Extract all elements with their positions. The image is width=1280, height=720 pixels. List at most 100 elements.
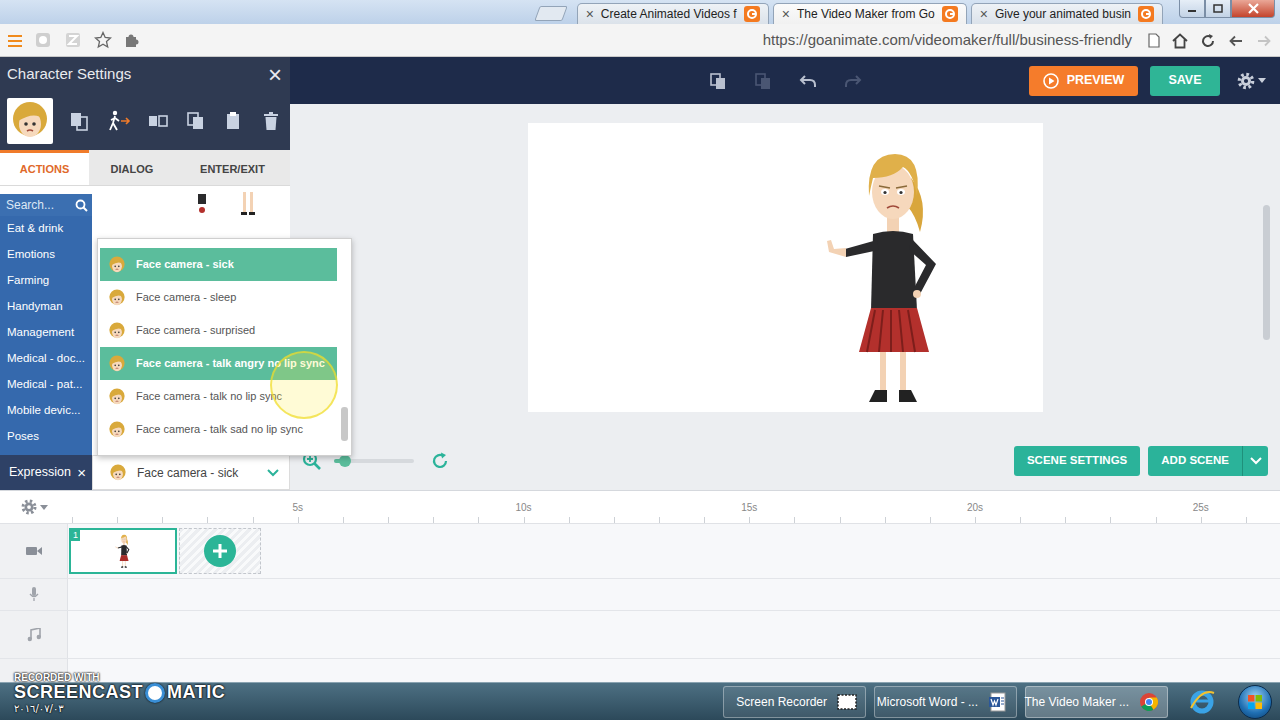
walk-icon[interactable] [107, 110, 131, 132]
add-scene-slot[interactable] [179, 528, 261, 574]
dropdown-option-row[interactable]: Face camera - surprised [100, 314, 337, 347]
save-button[interactable]: SAVE [1150, 66, 1220, 96]
dropdown-option-row[interactable]: Face camera - talk sad no lip sync [100, 413, 337, 446]
expression-select[interactable]: Face camera - sick [92, 455, 290, 490]
taskbar-button[interactable]: Screen Recorder [723, 686, 866, 718]
puzzle-icon[interactable] [124, 31, 140, 49]
zoom-slider[interactable] [334, 459, 414, 463]
category-item[interactable]: Emotions [0, 242, 92, 268]
trash-icon[interactable] [261, 110, 281, 132]
caret-icon [1258, 78, 1266, 83]
scene-canvas[interactable] [528, 123, 1043, 412]
character-avatar-icon[interactable] [7, 98, 53, 144]
browser-tab[interactable]: ×Create Animated Videos f [577, 3, 769, 24]
taskbar-button[interactable]: The Video Maker ... [1025, 686, 1168, 718]
timeline-settings[interactable] [0, 491, 68, 523]
close-window-icon[interactable] [1231, 0, 1275, 18]
option-label: Face camera - sick [136, 256, 234, 273]
dropdown-option-row[interactable]: Face camera - talk angry no lip sync [100, 347, 337, 380]
bookmark-app-icon[interactable] [64, 31, 82, 50]
minimize-icon[interactable] [1179, 0, 1205, 18]
paste-icon[interactable] [223, 110, 245, 132]
expression-clear-button[interactable]: × [77, 465, 86, 480]
internet-explorer-icon[interactable] [1182, 686, 1222, 718]
ruler-label: 20s [967, 500, 983, 515]
new-tab-button[interactable] [534, 6, 567, 21]
copy-icon[interactable] [695, 72, 740, 90]
option-label: Face camera - talk angry no lip sync [136, 355, 325, 372]
zoom-knob[interactable] [339, 455, 351, 467]
play-icon [1043, 73, 1059, 89]
panel-tab[interactable]: ACTIONS [0, 150, 89, 185]
tab-close-button[interactable]: × [586, 7, 594, 21]
tab-close-button[interactable]: × [980, 7, 988, 21]
dropdown-option-row[interactable]: Face camera - sleep [100, 281, 337, 314]
url-field[interactable]: https://goanimate.com/videomaker/full/bu… [152, 29, 1136, 52]
copy-icon[interactable] [185, 110, 207, 132]
category-item[interactable]: Farming [0, 268, 92, 294]
undo-icon[interactable] [785, 72, 830, 90]
category-sidebar: Eat & drinkEmotionsFarmingHandymanManage… [0, 186, 92, 455]
reset-zoom-icon[interactable] [430, 451, 450, 471]
action-thumbnail-icon[interactable] [240, 192, 256, 216]
settings-menu[interactable] [1236, 71, 1266, 91]
time-scale[interactable]: 5s10s15s20s25s [68, 491, 1280, 523]
dropdown-option[interactable]: Face camera - talk sad no lip sync [100, 413, 337, 446]
browser-tab[interactable]: ×Give your animated busin [971, 3, 1163, 24]
chevron-down-icon[interactable] [267, 464, 279, 482]
dropdown-option[interactable]: Face camera - talk angry no lip sync [100, 347, 337, 380]
flip-icon[interactable] [147, 110, 169, 132]
panel-tab[interactable]: ENTER/EXIT [175, 150, 290, 185]
scene-settings-button[interactable]: SCENE SETTINGS [1014, 446, 1140, 476]
browser-tab[interactable]: ×The Video Maker from Go [773, 3, 967, 24]
back-icon[interactable] [1228, 31, 1244, 49]
dropdown-option[interactable]: Face camera - surprised [100, 314, 337, 347]
panel-close-button[interactable]: × [268, 63, 282, 87]
taskbar-button[interactable]: Microsoft Word - ... [874, 686, 1017, 718]
character-figure[interactable] [823, 148, 948, 404]
ruler-label: 10s [515, 500, 531, 515]
menu-icon[interactable] [8, 31, 22, 49]
expression-bar: Expression × Face camera - sick [0, 455, 290, 490]
dropdown-option-row[interactable]: Face camera - talk no lip sync [100, 380, 337, 413]
dropdown-option[interactable]: Face camera - sleep [100, 281, 337, 314]
dropdown-option[interactable]: Face camera - sick [100, 248, 337, 281]
category-item[interactable]: Mobile devic... [0, 398, 92, 424]
category-item[interactable]: Management [0, 320, 92, 346]
search-field[interactable] [6, 196, 72, 214]
page-icon[interactable] [1148, 31, 1160, 49]
panel-tab[interactable]: DIALOG [89, 150, 175, 185]
scene-thumbnail[interactable]: 1 [69, 528, 177, 574]
category-item[interactable]: Poses [0, 424, 92, 450]
preview-button[interactable]: PREVIEW [1029, 66, 1138, 96]
taskbar-label: Screen Recorder [736, 693, 827, 711]
gear-icon [1236, 71, 1256, 91]
extension-icon[interactable] [34, 31, 52, 50]
category-item[interactable]: Handyman [0, 294, 92, 320]
action-thumbnail-icon[interactable] [192, 194, 212, 216]
dropdown-option-row[interactable]: Face camera - sick [100, 248, 337, 281]
start-button[interactable] [1238, 685, 1272, 719]
dropdown-scrollbar[interactable] [341, 407, 348, 441]
category-item[interactable]: Medical - doc... [0, 346, 92, 372]
category-item[interactable]: Medical - pat... [0, 372, 92, 398]
star-icon[interactable] [94, 31, 112, 50]
search-icon[interactable] [75, 196, 88, 214]
category-item[interactable]: Eat & drink [0, 216, 92, 242]
ruler-segment: 5s [72, 500, 298, 515]
face-icon [108, 255, 126, 273]
plus-icon[interactable] [204, 535, 236, 567]
home-icon[interactable] [1172, 31, 1188, 49]
option-label: Face camera - talk no lip sync [136, 388, 282, 405]
tab-close-button[interactable]: × [782, 7, 790, 21]
swap-character-icon[interactable] [69, 110, 91, 132]
reload-icon[interactable] [1200, 31, 1216, 49]
watermark-caption: RECORDED WITH [14, 672, 225, 683]
maximize-icon[interactable] [1205, 0, 1231, 18]
face-icon [108, 288, 126, 306]
stage-scrollbar[interactable] [1263, 205, 1270, 340]
dropdown-option[interactable]: Face camera - talk no lip sync [100, 380, 337, 413]
forward-icon [1256, 31, 1272, 49]
add-scene-menu-button[interactable] [1242, 446, 1268, 476]
add-scene-button[interactable]: ADD SCENE [1148, 446, 1242, 476]
